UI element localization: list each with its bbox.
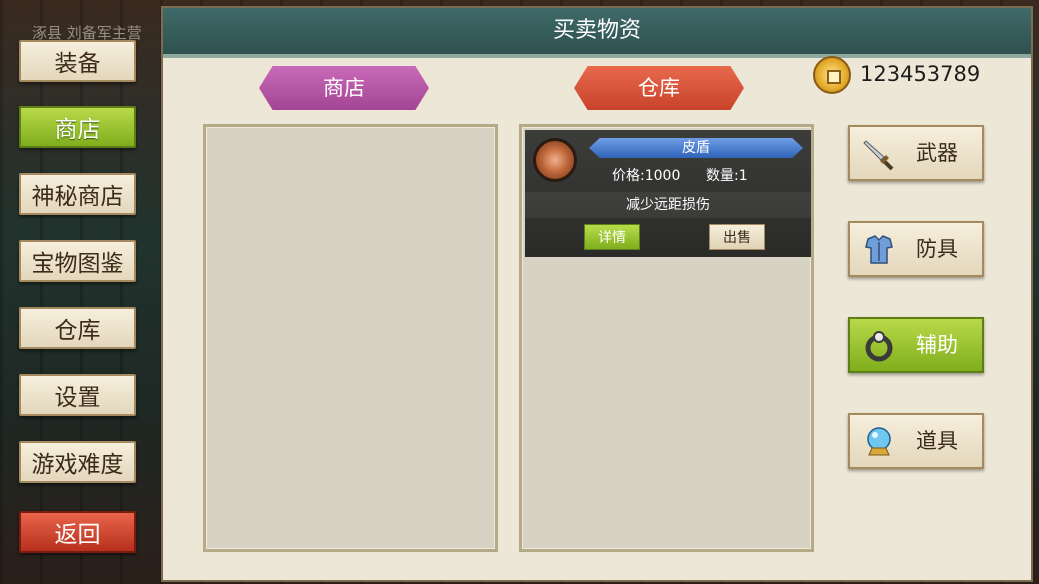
- menu-mystery-shop-button[interactable]: 神秘商店: [19, 173, 136, 215]
- crystal-ball-icon: [867, 427, 891, 456]
- menu-settings-button[interactable]: 设置: [19, 374, 136, 416]
- menu-equipment-button[interactable]: 装备: [19, 40, 136, 82]
- menu-difficulty-button[interactable]: 游戏难度: [19, 441, 136, 483]
- item-name: 皮盾: [589, 138, 803, 158]
- warehouse-tab[interactable]: 仓库: [574, 66, 744, 110]
- category-accessory-button[interactable]: 辅助: [848, 317, 984, 373]
- panel-title: 买卖物资: [552, 18, 641, 43]
- trade-panel: 买卖物资 商店 仓库 123453789 皮盾 价格:1000 数量:1 减少远…: [163, 8, 1031, 580]
- leather-shield-icon: [533, 138, 577, 182]
- list-item[interactable]: 皮盾 价格:1000 数量:1 减少远距损伤 详情 出售: [525, 130, 811, 257]
- gold-coin-icon: [813, 56, 851, 94]
- item-price: 价格:1000: [612, 168, 681, 184]
- menu-shop-button[interactable]: 商店: [19, 106, 136, 148]
- armor-icon: [865, 235, 893, 264]
- item-detail-button[interactable]: 详情: [584, 224, 640, 250]
- category-label: 武器: [916, 141, 958, 165]
- category-label: 防具: [916, 237, 958, 261]
- menu-treasure-codex-button[interactable]: 宝物图鉴: [19, 240, 136, 282]
- item-quantity: 数量:1: [706, 168, 748, 184]
- item-description: 减少远距损伤: [525, 192, 811, 218]
- sword-icon: [863, 140, 894, 171]
- item-sell-button[interactable]: 出售: [709, 224, 765, 250]
- category-label: 道具: [916, 429, 958, 453]
- menu-warehouse-button[interactable]: 仓库: [19, 307, 136, 349]
- warehouse-item-list[interactable]: 皮盾 价格:1000 数量:1 减少远距损伤 详情 出售: [519, 124, 814, 552]
- gold-amount: 123453789: [860, 62, 981, 86]
- category-item-button[interactable]: 道具: [848, 413, 984, 469]
- ring-icon: [865, 331, 893, 362]
- shop-tab[interactable]: 商店: [259, 66, 429, 110]
- back-button[interactable]: 返回: [19, 511, 136, 553]
- category-armor-button[interactable]: 防具: [848, 221, 984, 277]
- shop-item-list[interactable]: [203, 124, 498, 552]
- category-weapon-button[interactable]: 武器: [848, 125, 984, 181]
- category-label: 辅助: [916, 333, 958, 357]
